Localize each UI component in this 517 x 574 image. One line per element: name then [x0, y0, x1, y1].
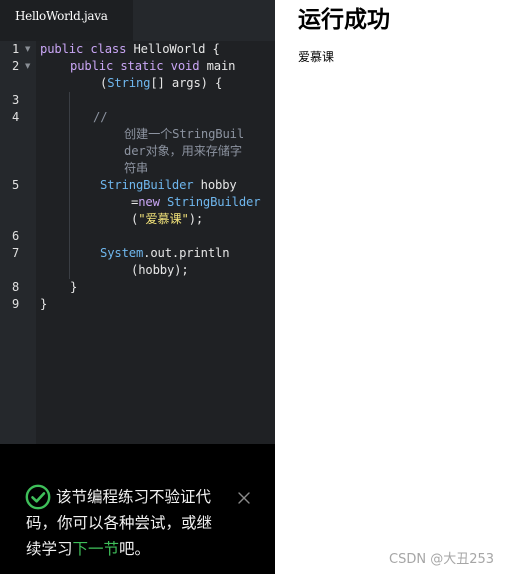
code-line-2-wrap: (String[] args) { [100, 76, 223, 90]
code-line-5: StringBuilder hobby [100, 178, 237, 192]
line-number: 5 [12, 178, 20, 192]
code-line-7: System.out.println [100, 246, 230, 260]
close-icon[interactable] [238, 492, 250, 504]
code-line-7-wrap: (hobby); [131, 263, 189, 277]
code-line-1: public class HelloWorld { [40, 42, 220, 56]
csdn-watermark: CSDN @大丑253 [389, 552, 495, 567]
result-title: 运行成功 [298, 7, 390, 33]
code-comment-line: 创建一个StringBuil [124, 127, 245, 141]
line-number: 4 [12, 110, 20, 124]
line-number: 7 [12, 246, 20, 260]
line-number: 8 [12, 280, 20, 294]
notice-message: 该节编程练习不验证代码，你可以各种尝试，或继续学习下一节吧。 [26, 484, 226, 562]
line-number: 1 [12, 42, 20, 56]
tab-label: HelloWorld.java [15, 9, 108, 23]
code-line-8: } [70, 280, 78, 294]
fold-arrow-icon[interactable]: ▼ [25, 58, 30, 75]
code-line-2: public static void main [70, 59, 236, 73]
code-line-9: } [40, 297, 48, 311]
practice-notice: 该节编程练习不验证代码，你可以各种尝试，或继续学习下一节吧。 [0, 444, 275, 574]
indent-guide [69, 92, 70, 279]
code-editor[interactable]: 1 ▼ 2 ▼ 3 4 5 6 7 8 9 public class Hello… [0, 41, 275, 444]
notice-text-end: 吧。 [119, 540, 151, 558]
code-comment-line: der对象，用来存储字 [124, 144, 242, 158]
line-number: 2 [12, 59, 20, 73]
code-line-5-wrap-2: ("爱慕课"); [131, 212, 204, 226]
fold-arrow-icon[interactable]: ▼ [25, 41, 30, 58]
result-output: 爱慕课 [298, 50, 335, 64]
tab-bar: HelloWorld.java [0, 0, 275, 41]
code-comment-slashes: // [93, 110, 108, 124]
tab-helloworld-java[interactable]: HelloWorld.java [0, 0, 133, 41]
line-number: 6 [12, 229, 20, 243]
next-section-link[interactable]: 下一节 [73, 540, 120, 558]
code-panel: HelloWorld.java 1 ▼ 2 ▼ 3 4 5 6 7 8 9 pu… [0, 0, 275, 574]
code-line-5-wrap: =new StringBuilder [131, 195, 261, 209]
code-comment-line: 符串 [124, 161, 149, 175]
line-number: 9 [12, 297, 20, 311]
line-number: 3 [12, 93, 20, 107]
